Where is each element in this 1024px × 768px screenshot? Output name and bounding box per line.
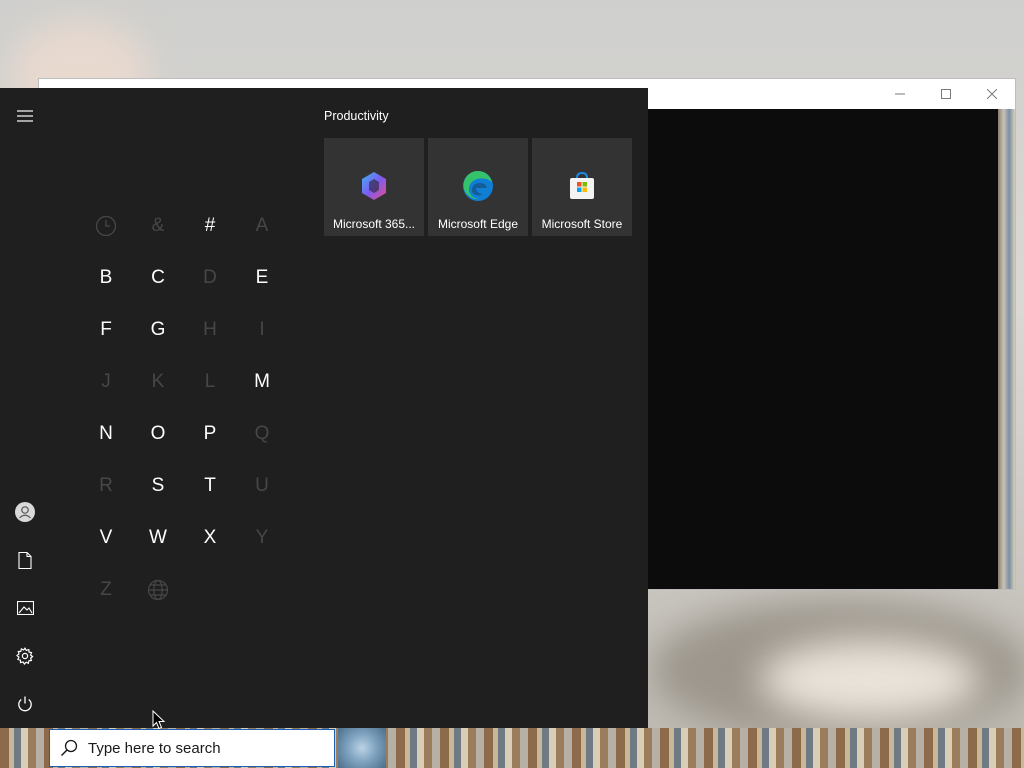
- alphabet-letter: R: [99, 475, 113, 496]
- tile-microsoft-edge[interactable]: Microsoft Edge: [428, 138, 528, 236]
- alphabet-letter[interactable]: F: [80, 304, 132, 356]
- alphabet-letter[interactable]: S: [132, 460, 184, 512]
- alphabet-letter: H: [203, 319, 217, 340]
- taskbar: [0, 728, 1024, 768]
- start-rail: [0, 88, 50, 728]
- alphabet-letter: Y: [255, 527, 269, 548]
- alphabet-letter: U: [255, 475, 269, 496]
- picture-icon[interactable]: [0, 586, 50, 630]
- group-title: Productivity: [324, 109, 389, 123]
- alphabet-letter[interactable]: E: [236, 252, 288, 304]
- alphabet-letter: K: [151, 371, 165, 392]
- search-input[interactable]: [88, 739, 318, 757]
- tile-group: Microsoft 365... Microsoft Edge Microsof…: [324, 138, 632, 236]
- alphabet-letter[interactable]: W: [132, 512, 184, 564]
- window-scrollbar[interactable]: [998, 109, 1015, 589]
- maximize-icon[interactable]: [923, 79, 969, 109]
- tile-microsoft-store[interactable]: Microsoft Store: [532, 138, 632, 236]
- alphabet-letter[interactable]: X: [184, 512, 236, 564]
- tile-label: Microsoft 365...: [332, 217, 416, 231]
- user-icon[interactable]: [0, 490, 50, 534]
- mouse-cursor-icon: [152, 710, 166, 730]
- alphabet-grid: & # A B C D E F G H I J K L M N O P Q R S T U V W X Y Z: [80, 200, 288, 616]
- alphabet-letter: J: [101, 371, 111, 392]
- alphabet-letter: Q: [254, 423, 270, 444]
- alphabet-letter[interactable]: P: [184, 408, 236, 460]
- tile-microsoft-365[interactable]: Microsoft 365...: [324, 138, 424, 236]
- alphabet-letter[interactable]: B: [80, 252, 132, 304]
- alphabet-letter[interactable]: O: [132, 408, 184, 460]
- hamburger-icon[interactable]: [0, 94, 50, 138]
- alphabet-letter[interactable]: T: [184, 460, 236, 512]
- alphabet-letter: A: [255, 215, 269, 236]
- globe-icon: [132, 564, 184, 616]
- alphabet-letter[interactable]: N: [80, 408, 132, 460]
- alphabet-letter[interactable]: G: [132, 304, 184, 356]
- store-icon: [570, 171, 594, 199]
- alphabet-letter: I: [259, 319, 265, 340]
- alphabet-letter[interactable]: M: [236, 356, 288, 408]
- search-box[interactable]: [49, 729, 335, 767]
- taskbar-app-icon[interactable]: [338, 728, 386, 768]
- document-icon[interactable]: [0, 538, 50, 582]
- search-icon: [50, 739, 88, 757]
- tile-label: Microsoft Store: [541, 217, 623, 231]
- clock-icon: [80, 200, 132, 252]
- alphabet-letter[interactable]: #: [184, 200, 236, 252]
- alphabet-letter[interactable]: V: [80, 512, 132, 564]
- power-icon[interactable]: [0, 682, 50, 726]
- alphabet-letter: Z: [100, 579, 112, 600]
- start-menu: & # A B C D E F G H I J K L M N O P Q R S T U V W X Y Z Productivit…: [0, 88, 648, 728]
- minimize-icon[interactable]: [877, 79, 923, 109]
- microsoft-365-icon: [362, 172, 386, 200]
- alphabet-letter: &: [151, 215, 165, 236]
- edge-icon: [463, 170, 493, 201]
- tile-label: Microsoft Edge: [437, 217, 519, 231]
- alphabet-letter: L: [204, 371, 216, 392]
- alphabet-letter: D: [203, 267, 217, 288]
- wallpaper-blob: [760, 640, 980, 720]
- alphabet-letter[interactable]: C: [132, 252, 184, 304]
- gear-icon[interactable]: [0, 634, 50, 678]
- close-icon[interactable]: [969, 79, 1015, 109]
